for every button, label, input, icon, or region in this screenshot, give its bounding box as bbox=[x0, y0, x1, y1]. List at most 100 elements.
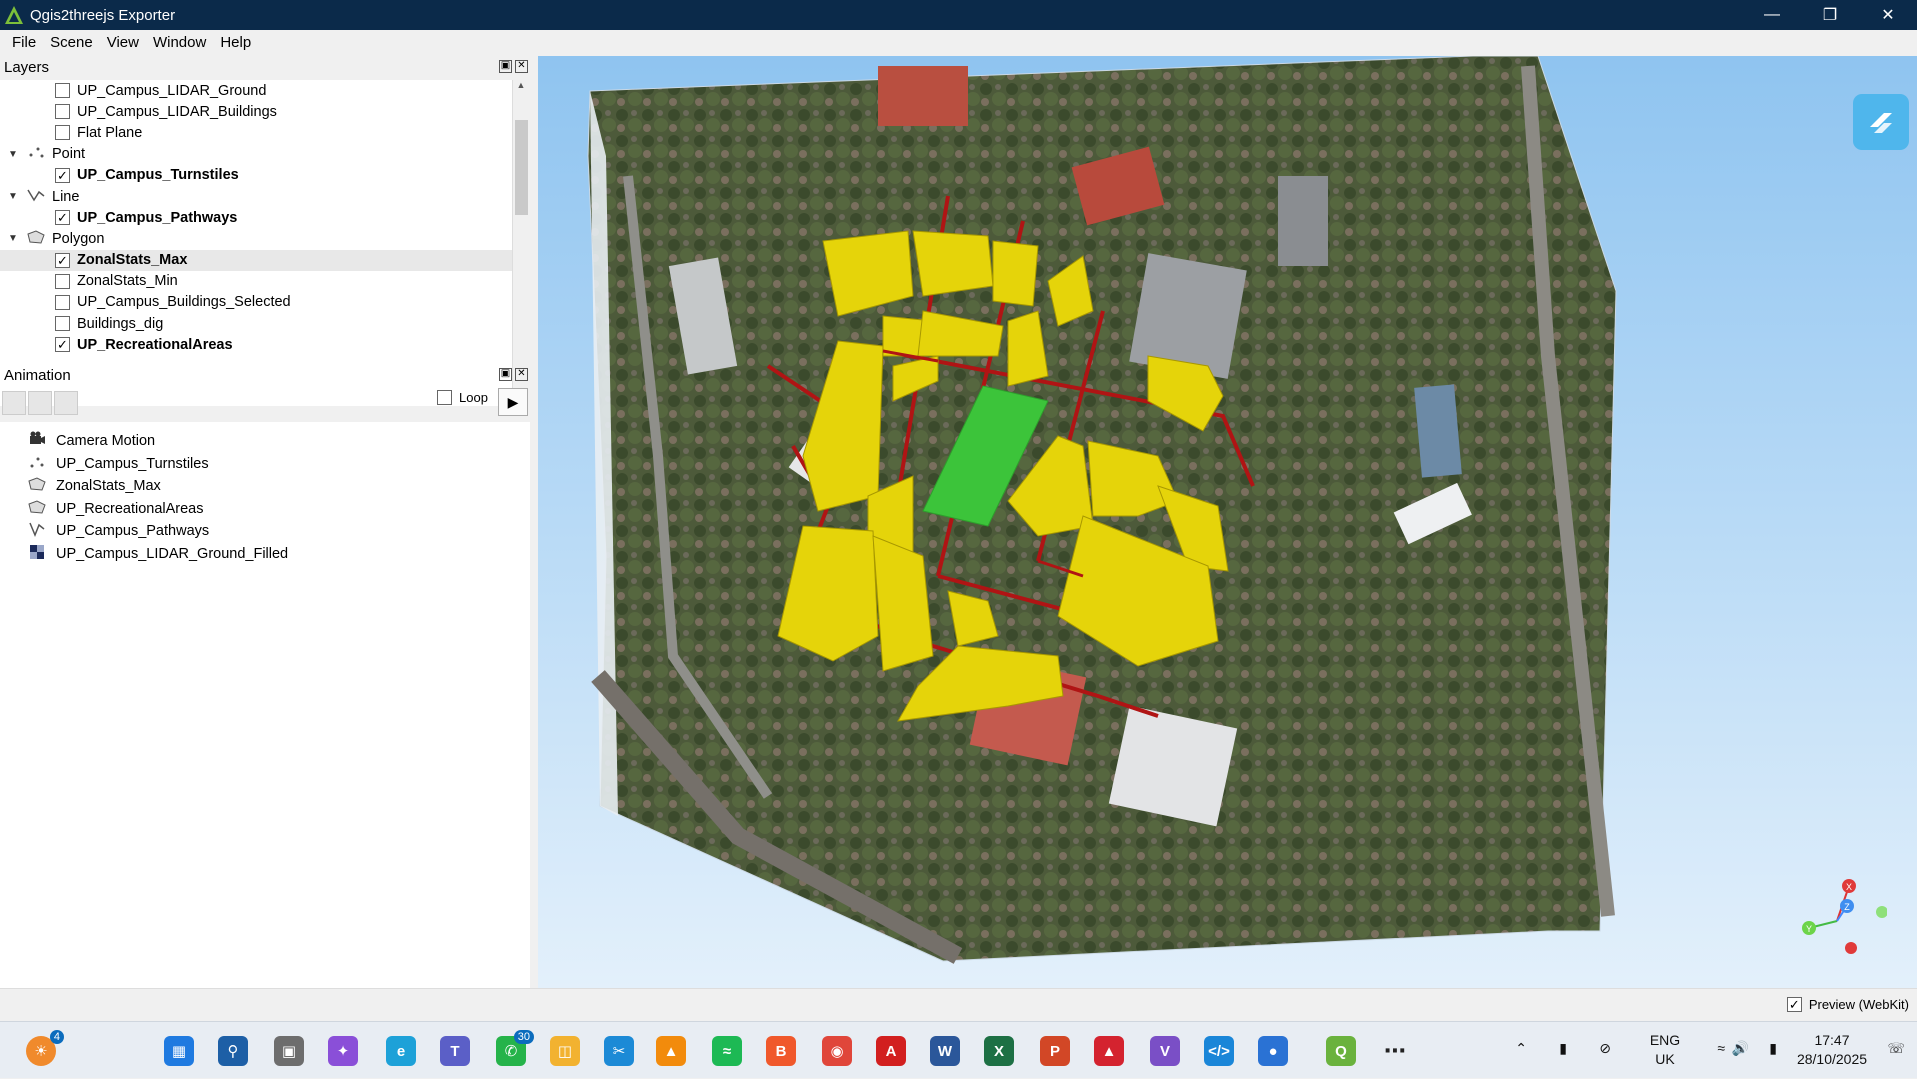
chrome-icon[interactable]: ◉ bbox=[822, 1036, 852, 1066]
language-line1[interactable]: ENG bbox=[1645, 1032, 1685, 1048]
qgis2threejs-logo-button[interactable] bbox=[1853, 94, 1909, 150]
wifi-icon[interactable]: ≈ bbox=[1717, 1040, 1725, 1056]
vlc-icon[interactable]: ▲ bbox=[656, 1036, 686, 1066]
teams-icon[interactable]: T bbox=[440, 1036, 470, 1066]
menu-scene[interactable]: Scene bbox=[50, 34, 93, 51]
app-icon[interactable]: ● bbox=[1258, 1036, 1288, 1066]
layer-checkbox[interactable] bbox=[55, 316, 70, 332]
menu-view[interactable]: View bbox=[107, 34, 139, 51]
animation-item[interactable]: UP_Campus_Pathways bbox=[0, 520, 530, 543]
windows-taskbar: ☀ 4 ▦ ⚲ ▣ ✦ e T ✆ 30 ◫ ✂ ▲ ≈ B ◉ A W X P ▲ V </> ● Q ⋯ ⌃ ▮ ⊘ ENG … bbox=[0, 1021, 1917, 1078]
search-icon[interactable]: ⚲ bbox=[218, 1036, 248, 1066]
layer-item[interactable]: Buildings_dig bbox=[0, 313, 512, 334]
play-button[interactable]: ▶ bbox=[498, 388, 528, 416]
weather-widget-icon[interactable]: ☀ 4 bbox=[26, 1030, 64, 1066]
more-icon[interactable]: ⋯ bbox=[1380, 1036, 1410, 1066]
animation-item[interactable]: UP_RecreationalAreas bbox=[0, 498, 530, 521]
menu-file[interactable]: File bbox=[12, 34, 36, 51]
layer-group-polygon[interactable]: ▼ Polygon bbox=[0, 228, 512, 249]
layer-item[interactable]: ✓ UP_Campus_Turnstiles bbox=[0, 165, 512, 186]
menu-help[interactable]: Help bbox=[220, 34, 251, 51]
language-line2[interactable]: UK bbox=[1645, 1051, 1685, 1067]
layer-checkbox[interactable]: ✓ bbox=[55, 167, 70, 183]
animation-item[interactable]: UP_Campus_LIDAR_Ground_Filled bbox=[0, 543, 530, 566]
float-panel-icon[interactable]: ▣ bbox=[499, 60, 512, 73]
start-icon[interactable]: ▦ bbox=[164, 1036, 194, 1066]
layer-label: UP_RecreationalAreas bbox=[77, 336, 233, 353]
preview-toggle[interactable]: ✓ Preview (WebKit) bbox=[1786, 997, 1909, 1012]
layer-checkbox[interactable]: ✓ bbox=[55, 210, 70, 226]
collapse-arrow-icon[interactable]: ▼ bbox=[6, 233, 20, 244]
scroll-up-icon[interactable]: ▲ bbox=[513, 80, 529, 96]
layer-item[interactable]: UP_Campus_LIDAR_Ground bbox=[0, 80, 512, 101]
edit-keyframe-button[interactable] bbox=[28, 391, 52, 415]
volume-icon[interactable]: 🔊 bbox=[1732, 1040, 1749, 1057]
notifications-icon[interactable]: ☏ bbox=[1887, 1040, 1905, 1057]
location-off-icon[interactable]: ⊘ bbox=[1599, 1040, 1611, 1057]
word-icon[interactable]: W bbox=[930, 1036, 960, 1066]
layer-group-point[interactable]: ▼ Point bbox=[0, 144, 512, 165]
layers-scrollbar[interactable]: ▲ ▼ bbox=[512, 80, 529, 406]
powerpoint-icon[interactable]: P bbox=[1040, 1036, 1070, 1066]
axis-gizmo[interactable]: X Y Z bbox=[1787, 866, 1887, 966]
layer-checkbox[interactable] bbox=[55, 104, 70, 120]
animation-item-label: UP_Campus_Turnstiles bbox=[56, 455, 209, 472]
animation-item[interactable]: UP_Campus_Turnstiles bbox=[0, 453, 530, 476]
notification-badge: 4 bbox=[49, 1030, 64, 1044]
collapse-arrow-icon[interactable]: ▼ bbox=[6, 191, 20, 202]
preview-checkbox[interactable]: ✓ bbox=[1786, 997, 1802, 1012]
spotify-icon[interactable]: ≈ bbox=[712, 1036, 742, 1066]
remove-keyframe-button[interactable] bbox=[54, 391, 78, 415]
scroll-thumb[interactable] bbox=[515, 120, 528, 215]
layer-item[interactable]: ZonalStats_Min bbox=[0, 271, 512, 292]
clock-time[interactable]: 17:47 bbox=[1787, 1032, 1877, 1048]
show-hidden-icons-icon[interactable]: ⌃ bbox=[1515, 1040, 1527, 1057]
layer-checkbox[interactable] bbox=[55, 273, 70, 289]
3d-preview-viewport[interactable]: X Y Z bbox=[538, 56, 1917, 988]
clock-date[interactable]: 28/10/2025 bbox=[1787, 1051, 1877, 1067]
qgis-icon[interactable]: Q bbox=[1326, 1036, 1356, 1066]
acrobat-icon[interactable]: A bbox=[876, 1036, 906, 1066]
layer-item[interactable]: UP_Campus_LIDAR_Buildings bbox=[0, 101, 512, 122]
layer-group-line[interactable]: ▼ Line bbox=[0, 186, 512, 207]
animation-list[interactable]: Camera Motion UP_Campus_Turnstiles ZonalSt… bbox=[0, 422, 530, 988]
arcgis-icon[interactable]: ▲ bbox=[1094, 1036, 1124, 1066]
snipping-tool-icon[interactable]: ✂ bbox=[604, 1036, 634, 1066]
layer-checkbox[interactable] bbox=[55, 125, 70, 141]
task-view-icon[interactable]: ▣ bbox=[274, 1036, 304, 1066]
layer-checkbox[interactable] bbox=[55, 294, 70, 310]
loop-checkbox[interactable] bbox=[437, 390, 452, 405]
close-panel-icon[interactable]: ✕ bbox=[515, 368, 528, 381]
excel-icon[interactable]: X bbox=[984, 1036, 1014, 1066]
close-panel-icon[interactable]: ✕ bbox=[515, 60, 528, 73]
battery-icon[interactable]: ▮ bbox=[1769, 1040, 1777, 1057]
layers-tree[interactable]: UP_Campus_LIDAR_Ground UP_Campus_LIDAR_Bu… bbox=[0, 80, 512, 406]
animation-item[interactable]: Camera Motion bbox=[0, 430, 530, 453]
copilot-icon[interactable]: ✦ bbox=[328, 1036, 358, 1066]
campus-3d-scene[interactable] bbox=[538, 56, 1917, 988]
add-keyframe-button[interactable] bbox=[2, 391, 26, 415]
layer-item[interactable]: UP_Campus_Buildings_Selected bbox=[0, 292, 512, 313]
usb-icon[interactable]: ▮ bbox=[1559, 1040, 1567, 1057]
layer-checkbox[interactable]: ✓ bbox=[55, 337, 70, 353]
edge-icon[interactable]: e bbox=[386, 1036, 416, 1066]
layer-item[interactable]: Flat Plane bbox=[0, 122, 512, 143]
menu-window[interactable]: Window bbox=[153, 34, 206, 51]
layer-item[interactable]: ✓ UP_RecreationalAreas bbox=[0, 334, 512, 355]
vscode-icon[interactable]: </> bbox=[1204, 1036, 1234, 1066]
visual-studio-icon[interactable]: V bbox=[1150, 1036, 1180, 1066]
layer-item[interactable]: ✓ UP_Campus_Pathways bbox=[0, 207, 512, 228]
float-panel-icon[interactable]: ▣ bbox=[499, 368, 512, 381]
animation-item[interactable]: ZonalStats_Max bbox=[0, 475, 530, 498]
loop-toggle[interactable]: Loop bbox=[437, 390, 488, 405]
whatsapp-icon[interactable]: ✆ 30 bbox=[496, 1030, 534, 1066]
restore-button[interactable]: ❐ bbox=[1801, 0, 1859, 30]
minimize-button[interactable]: — bbox=[1743, 0, 1801, 30]
collapse-arrow-icon[interactable]: ▼ bbox=[6, 149, 20, 160]
close-button[interactable]: ✕ bbox=[1859, 0, 1917, 30]
file-explorer-icon[interactable]: ◫ bbox=[550, 1036, 580, 1066]
layer-item[interactable]: ✓ ZonalStats_Max bbox=[0, 249, 512, 271]
brave-icon[interactable]: B bbox=[766, 1036, 796, 1066]
layer-checkbox[interactable]: ✓ bbox=[55, 252, 70, 268]
layer-checkbox[interactable] bbox=[55, 83, 70, 99]
